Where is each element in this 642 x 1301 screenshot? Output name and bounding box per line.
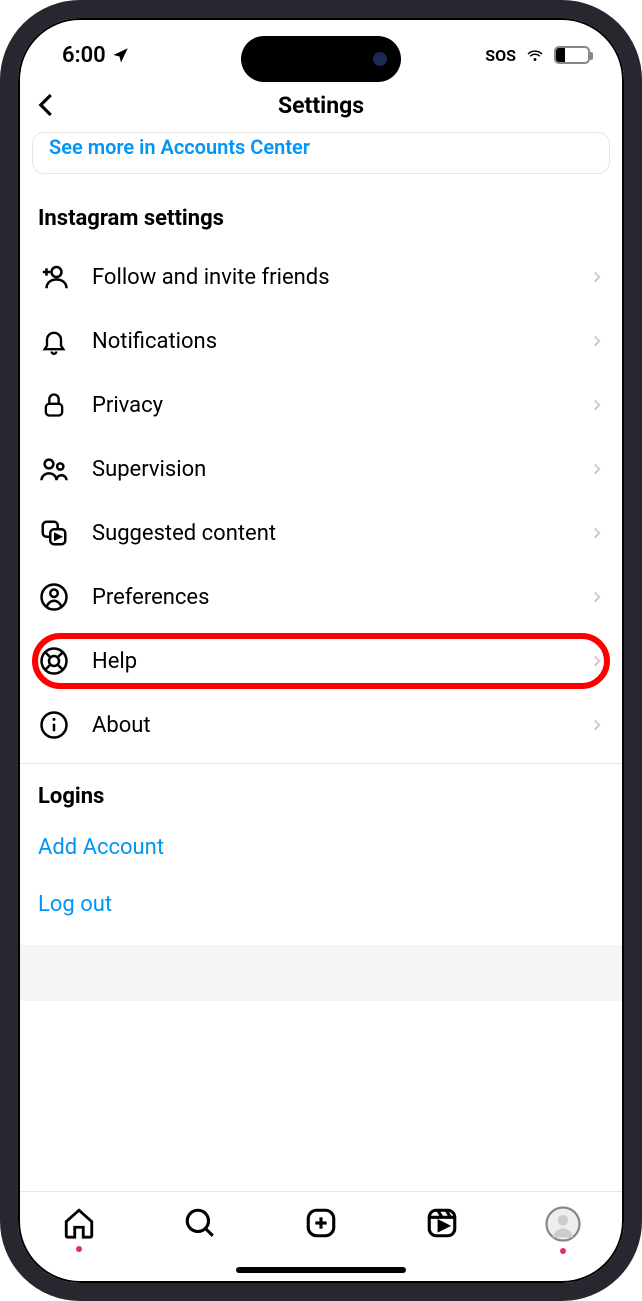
profile-icon [545, 1206, 581, 1242]
battery-icon: 27 [554, 46, 590, 64]
settings-row-preferences[interactable]: Preferences [18, 565, 624, 629]
lock-icon [38, 389, 70, 421]
search-icon [183, 1206, 217, 1240]
bell-icon [38, 325, 70, 357]
chevron-right-icon [590, 588, 604, 606]
row-label: Follow and invite friends [92, 265, 568, 290]
suggested-content-icon [38, 517, 70, 549]
supervision-icon [38, 453, 70, 485]
logout-link[interactable]: Log out [18, 876, 624, 933]
plus-icon [304, 1206, 338, 1240]
chevron-right-icon [590, 652, 604, 670]
row-label: Privacy [92, 393, 568, 418]
tab-profile[interactable] [543, 1206, 583, 1254]
tab-search[interactable] [180, 1206, 220, 1240]
sos-indicator: SOS [485, 46, 516, 65]
reels-icon [425, 1206, 459, 1240]
tab-reels[interactable] [422, 1206, 462, 1240]
tab-create[interactable] [301, 1206, 341, 1240]
home-indicator[interactable] [236, 1267, 406, 1273]
row-label: Suggested content [92, 521, 568, 546]
chevron-right-icon [590, 332, 604, 350]
settings-row-help[interactable]: Help [18, 629, 624, 693]
row-label: Notifications [92, 329, 568, 354]
chevron-right-icon [590, 268, 604, 286]
page-title: Settings [278, 92, 364, 119]
section-title-logins: Logins [18, 764, 624, 819]
row-label: Preferences [92, 585, 568, 610]
help-icon [38, 645, 70, 677]
accounts-center-card[interactable]: See more in Accounts Center [32, 132, 610, 174]
status-time: 6:00 [62, 43, 106, 68]
settings-row-follow-invite[interactable]: Follow and invite friends [18, 245, 624, 309]
wifi-icon [524, 46, 546, 64]
row-label: About [92, 713, 568, 738]
info-icon [38, 709, 70, 741]
chevron-right-icon [590, 460, 604, 478]
nav-header: Settings [18, 78, 624, 132]
notification-dot [560, 1248, 566, 1254]
spacer [18, 945, 624, 1001]
section-title-instagram: Instagram settings [18, 196, 624, 245]
home-icon [62, 1206, 96, 1240]
back-button[interactable] [32, 90, 62, 120]
tab-home[interactable] [59, 1206, 99, 1252]
row-label: Supervision [92, 457, 568, 482]
add-account-link[interactable]: Add Account [18, 819, 624, 876]
dynamic-island [241, 36, 401, 82]
follow-invite-icon [38, 261, 70, 293]
row-label: Help [92, 649, 568, 674]
settings-row-privacy[interactable]: Privacy [18, 373, 624, 437]
chevron-right-icon [590, 716, 604, 734]
settings-row-about[interactable]: About [18, 693, 624, 757]
notification-dot [76, 1246, 82, 1252]
settings-row-suggested-content[interactable]: Suggested content [18, 501, 624, 565]
preferences-icon [38, 581, 70, 613]
chevron-right-icon [590, 396, 604, 414]
chevron-right-icon [590, 524, 604, 542]
settings-row-notifications[interactable]: Notifications [18, 309, 624, 373]
location-icon [112, 46, 130, 64]
settings-row-supervision[interactable]: Supervision [18, 437, 624, 501]
accounts-center-link[interactable]: See more in Accounts Center [49, 135, 310, 159]
